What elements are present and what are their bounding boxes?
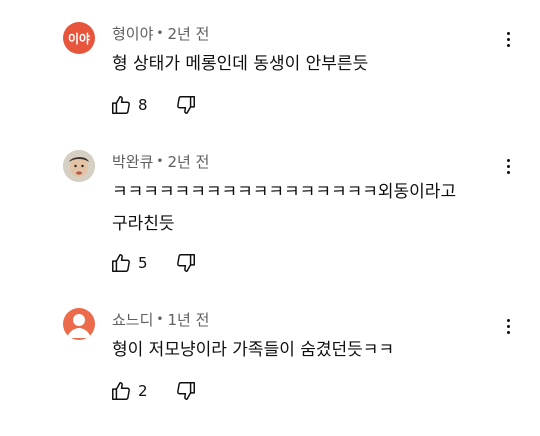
dot-icon xyxy=(506,170,510,174)
more-options-button[interactable] xyxy=(500,314,516,338)
author-name[interactable]: 형이야 xyxy=(112,23,153,44)
comment-actions: 8 xyxy=(110,94,197,116)
thumbs-up-icon xyxy=(112,382,130,400)
comment-time[interactable]: 2년 전 xyxy=(167,151,209,172)
dot-icon xyxy=(506,324,510,328)
dislike-button[interactable] xyxy=(175,94,197,116)
dot-icon xyxy=(506,318,510,322)
comment-time[interactable]: 1년 전 xyxy=(167,309,209,330)
comment-header: 박완큐 • 2년 전 xyxy=(112,150,209,172)
separator-dot: • xyxy=(156,26,164,40)
like-button[interactable]: 2 xyxy=(110,380,148,402)
dot-icon xyxy=(506,31,510,35)
thumbs-up-icon xyxy=(112,96,130,114)
thumbs-up-icon xyxy=(112,254,130,272)
avatar[interactable] xyxy=(63,308,95,340)
dot-icon xyxy=(506,330,510,334)
like-count: 8 xyxy=(138,96,148,114)
comment-header: 쇼느디 • 1년 전 xyxy=(112,308,209,330)
thumbs-down-icon xyxy=(176,96,195,114)
comment-time[interactable]: 2년 전 xyxy=(167,23,209,44)
avatar-text: 이야 xyxy=(67,31,91,46)
like-button[interactable]: 8 xyxy=(110,94,148,116)
comment-actions: 2 xyxy=(110,380,197,402)
comment-actions: 5 xyxy=(110,252,197,274)
comment-text: 형이 저모냥이라 가족들이 숨겼던듯ㅋㅋ xyxy=(112,340,395,360)
comment-text: ㅋㅋㅋㅋㅋㅋㅋㅋㅋㅋㅋㅋㅋㅋㅋㅋㅋ외동이라고 구라친듯 xyxy=(112,182,457,234)
like-count: 5 xyxy=(138,254,148,272)
dot-icon xyxy=(506,37,510,41)
separator-dot: • xyxy=(156,312,164,326)
comment-item: 이야 형이야 • 2년 전 형 상태가 메롱인데 동생이 안부른듯 8 xyxy=(0,22,540,150)
more-options-button[interactable] xyxy=(500,154,516,178)
like-count: 2 xyxy=(138,382,148,400)
author-name[interactable]: 박완큐 xyxy=(112,151,153,172)
thumbs-down-icon xyxy=(176,254,195,272)
dislike-button[interactable] xyxy=(175,380,197,402)
avatar[interactable]: 이야 xyxy=(63,22,95,54)
comment-header: 형이야 • 2년 전 xyxy=(112,22,209,44)
dot-icon xyxy=(506,43,510,47)
comment-text: 형 상태가 메롱인데 동생이 안부른듯 xyxy=(112,54,369,74)
thumbs-down-icon xyxy=(176,382,195,400)
like-button[interactable]: 5 xyxy=(110,252,148,274)
avatar-photo-icon xyxy=(63,150,95,182)
comment-item: 박완큐 • 2년 전 ㅋㅋㅋㅋㅋㅋㅋㅋㅋㅋㅋㅋㅋㅋㅋㅋㅋ외동이라고 구라친듯 5 xyxy=(0,150,540,278)
dot-icon xyxy=(506,164,510,168)
default-avatar-icon xyxy=(67,314,91,338)
avatar[interactable] xyxy=(63,150,95,182)
author-name[interactable]: 쇼느디 xyxy=(112,309,153,330)
more-options-button[interactable] xyxy=(500,27,516,51)
separator-dot: • xyxy=(156,154,164,168)
dislike-button[interactable] xyxy=(175,252,197,274)
comment-item: 쇼느디 • 1년 전 형이 저모냥이라 가족들이 숨겼던듯ㅋㅋ 2 xyxy=(0,308,540,436)
dot-icon xyxy=(506,158,510,162)
